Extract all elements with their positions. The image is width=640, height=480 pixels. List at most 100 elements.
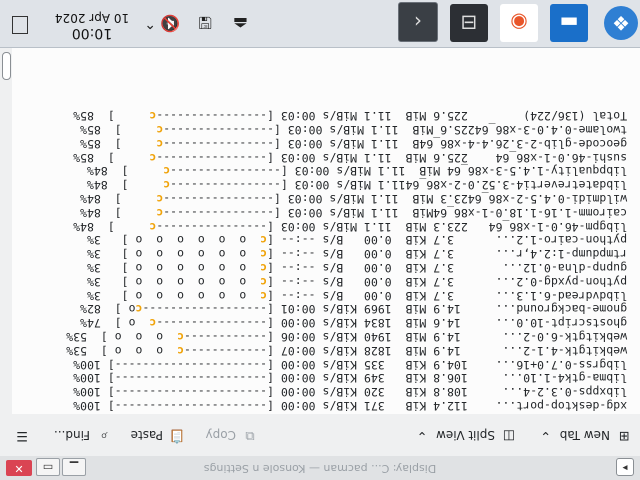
terminal-text: ] 84% <box>73 219 150 234</box>
terminal-line: gnome-background... 14.9 MiB 1969 KiB/s … <box>66 302 634 316</box>
search-icon: ⌕ <box>100 428 108 443</box>
clock-date: 10 Apr 2024 <box>54 11 130 25</box>
terminal-line: libgrss-0.7.0+16... 104.9 KiB 335 KiB/s … <box>66 357 634 372</box>
hamburger-menu-button[interactable]: ☰ <box>14 424 30 446</box>
split-view-button[interactable]: ◫ Split View ⌄ <box>414 424 517 446</box>
new-tab-label: New Tab <box>559 428 610 442</box>
terminal-text: Total (136/224) 225.6 MiB 11.1 MiB/s 00:… <box>156 109 634 124</box>
terminal-line: gupnp-dlna-0.12... 3.7 KiB 0.00 B/s --:-… <box>66 260 634 276</box>
find-button[interactable]: ⌕ Find... <box>54 424 112 446</box>
konsole-window: ▸ Display: C... pacman — Konsole n Setti… <box>0 48 640 480</box>
terminal-line: twolame-0.4.0-3-x86_6422S.6 MiB 11.1 MiB… <box>66 122 634 138</box>
maximize-button[interactable]: ▭ <box>36 458 60 476</box>
terminal-line: python-pyxdg-0.2... 3.7 KiB 0.00 B/s --:… <box>66 274 634 289</box>
terminal-text: webkitgtk-6.0-2... 14.9 MiB 1940 KiB/s 0… <box>183 330 634 345</box>
terminal-line: libxpps-0.3.2-4... 108.8 KiB 320 KiB/s 0… <box>66 384 634 400</box>
copy-button[interactable]: ⧉ Copy <box>206 424 258 446</box>
terminal-line: sushi-46.0-1-x86_64 225.6 MiB 11.1 MiB/s… <box>66 150 634 165</box>
clock-time: 10:00 <box>71 25 113 41</box>
copy-icon: ⧉ <box>245 428 255 443</box>
terminal-line: xdg-desktop-port... 112.4 KiB 371 KiB/s … <box>66 398 634 413</box>
terminal-text: ghostscript-10.0... 14.6 MiB 1834 KiB/s … <box>156 316 634 331</box>
find-label: Find... <box>53 428 90 442</box>
paste-button[interactable]: 📋 Paste <box>131 424 185 446</box>
pacman-progress-glyph: c <box>156 123 164 138</box>
volume-muted-icon[interactable]: 🔇 <box>160 14 180 33</box>
minimize-button[interactable]: ▁ <box>62 458 86 476</box>
terminal-line: geocode-glib-2-3.26.4-4-x86_64B 11.1 MiB… <box>66 136 634 151</box>
terminal-line: libma-gtk4-1.10... 106.8 KiB 349 KiB/s 0… <box>66 371 634 385</box>
terminal-text: gnome-background... 14.9 MiB 1969 KiB/s … <box>142 302 634 317</box>
window-title-prefix: Display: C... <box>371 462 437 475</box>
terminal-text: wildmidi-0.4.5-2-x86_6423.3 MiB 11.1 MiB… <box>163 192 634 207</box>
split-view-icon: ◫ <box>502 428 516 443</box>
title-bar[interactable]: ▸ Display: C... pacman — Konsole n Setti… <box>0 455 640 480</box>
close-button[interactable]: ✕ <box>6 460 32 476</box>
terminal-text: o ] 82% <box>80 302 136 317</box>
terminal-text: o o o o o o ] 3% <box>87 288 261 303</box>
scrollbar-thumb[interactable] <box>2 52 11 80</box>
network-icon[interactable]: 🖫 <box>198 6 212 33</box>
pacman-progress-glyph: c <box>260 288 268 303</box>
taskbar: ❖ ▬ ◉ ⊟ ‹ ⏏ 🖫 🔇 ⌃ 10:00 10 Apr 2024 <box>0 0 640 48</box>
terminal-text: gupnp-dlna-0.12... 3.7 KiB 0.00 B/s --:-… <box>267 261 634 276</box>
terminal-line: libgpm-46.0-1-x86_64 223.3 MiB 11.1 MiB/… <box>66 219 634 234</box>
terminal-text: ] 85% <box>80 123 157 138</box>
pacman-progress-glyph: c <box>149 316 157 331</box>
terminal-text: libdvdread-6.1.3... 3.7 KiB 0.00 B/s --:… <box>267 288 634 303</box>
terminal-text: cairomm-1.16-1.18.0-1-x86_64MiB 11.1 MiB… <box>163 205 634 220</box>
pacman-progress-glyph: c <box>163 178 171 193</box>
pacman-progress-glyph: c <box>149 219 157 234</box>
pacman-progress-glyph: c <box>156 205 164 220</box>
new-tab-icon: ⊞ <box>618 428 630 443</box>
terminal-line: ghostscript-10.0... 14.6 MiB 1834 KiB/s … <box>66 315 634 331</box>
terminal-line: libdatetreverti4-3.52.0-2-x86_6411.1 MiB… <box>66 177 634 193</box>
terminal-text: ] 84% <box>87 164 164 179</box>
app-icon-1[interactable]: ▬ <box>550 4 588 42</box>
terminal-text: python-pyxdg-0.2... 3.7 KiB 0.00 B/s --:… <box>267 274 634 289</box>
window-title-suffix: n Settings <box>203 462 260 475</box>
terminal-text: twolame-0.4.0-3-x86_6422S.6 MiB 11.1 MiB… <box>163 123 634 138</box>
app-icon-2[interactable]: ◉ <box>500 4 538 42</box>
terminal-text: o o o o o o ] 3% <box>87 247 261 262</box>
new-tab-button[interactable]: ⊞ New Tab ⌄ <box>538 424 632 446</box>
terminal-text: o o o o o o ] 3% <box>87 233 261 248</box>
terminal-text: xdg-desktop-port... 112.4 KiB 371 KiB/s … <box>73 399 634 413</box>
terminal-line: cairomm-1.16-1.18.0-1-x86_64MiB 11.1 MiB… <box>66 205 634 220</box>
terminal-text: o o o o o o ] 3% <box>87 261 261 276</box>
chevron-down-icon[interactable]: ⌄ <box>538 427 554 443</box>
start-menu-button[interactable]: ❖ <box>604 6 638 40</box>
terminal-line: libpquality-1.4.5-3-x86_64 MiB 11.1 MiB/… <box>66 164 634 178</box>
pacman-progress-glyph: c <box>149 150 157 165</box>
terminal-text: rtmpdump-1:2.4,r... 3.7 KiB 0.00 B/s --:… <box>267 247 634 262</box>
app-icon-3[interactable]: ⊟ <box>450 4 488 42</box>
terminal-line: wildmidi-0.4.5-2-x86_6423.3 MiB 11.1 MiB… <box>66 191 634 207</box>
terminal-text: python-cairo-1.2... 3.7 KiB 0.00 B/s --:… <box>267 233 634 248</box>
terminal-output[interactable]: xdg-desktop-port... 112.4 KiB 371 KiB/s … <box>0 48 640 414</box>
paste-label: Paste <box>130 428 163 442</box>
terminal-text: sushi-46.0-1-x86_64 225.6 MiB 11.1 MiB/s… <box>156 150 634 165</box>
hamburger-menu-icon: ☰ <box>16 428 28 443</box>
pacman-progress-glyph: c <box>156 136 164 151</box>
show-desktop-button[interactable] <box>12 16 28 34</box>
terminal-line: python-cairo-1.2... 3.7 KiB 0.00 B/s --:… <box>66 233 634 247</box>
terminal-text: o ] 74% <box>80 316 150 331</box>
pacman-progress-glyph: c <box>163 164 171 179</box>
terminal-text: o o o ] 53% <box>66 330 178 345</box>
terminal-line: libdvdread-6.1.3... 3.7 KiB 0.00 B/s --:… <box>66 288 634 303</box>
chevron-down-icon[interactable]: ⌄ <box>414 427 430 443</box>
terminal-text: libdatetreverti4-3.52.0-2-x86_6411.1 MiB… <box>170 178 634 193</box>
terminal-text: libgrss-0.7.0+16... 104.9 KiB 335 KiB/s … <box>73 357 634 372</box>
terminal-text: libpquality-1.4.5-3-x86_64 MiB 11.1 MiB/… <box>170 164 634 179</box>
terminal-text: libxpps-0.3.2-4... 108.8 KiB 320 KiB/s 0… <box>73 385 634 400</box>
terminal-text: libgpm-46.0-1-x86_64 223.3 MiB 11.1 MiB/… <box>156 219 634 234</box>
clock[interactable]: 10:00 10 Apr 2024 <box>52 11 132 41</box>
usb-icon[interactable]: ⏏ <box>233 14 248 33</box>
app-icon-4[interactable]: ‹ <box>398 2 438 42</box>
pacman-progress-glyph: c <box>260 261 268 276</box>
terminal-text: ] 85% <box>73 150 150 165</box>
pacman-progress-glyph: c <box>135 302 143 317</box>
tray-expand-icon[interactable]: ⌃ <box>144 15 156 31</box>
scrollbar[interactable] <box>0 48 12 414</box>
terminal-text: libma-gtk4-1.10... 106.8 KiB 349 KiB/s 0… <box>73 371 634 386</box>
